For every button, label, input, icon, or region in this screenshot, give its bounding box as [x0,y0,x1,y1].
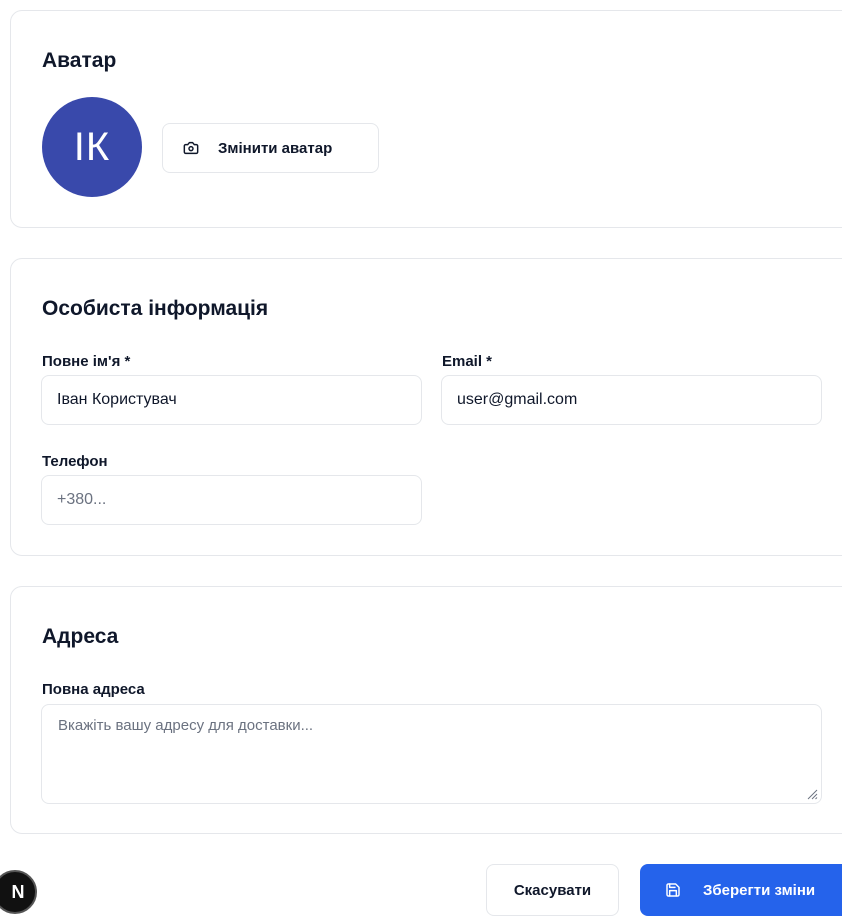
full-name-label: Повне ім'я * [42,353,131,370]
resize-handle-icon[interactable] [806,787,818,800]
personal-info-card: Особиста інформація Повне ім'я * Email *… [10,258,842,556]
save-changes-button[interactable]: Зберегти зміни [640,864,842,916]
n-badge-icon[interactable]: N [0,870,37,914]
email-input[interactable] [441,375,822,425]
change-avatar-label: Змінити аватар [218,139,333,157]
personal-section-title: Особиста інформація [42,297,269,320]
floppy-disk-icon [665,882,681,898]
cancel-button[interactable]: Скасувати [486,864,619,916]
full-name-input[interactable] [41,375,422,425]
avatar-card: Аватар ІК Змінити аватар [10,10,842,228]
full-address-textarea[interactable] [41,704,822,804]
camera-icon [183,140,199,156]
email-label: Email * [442,353,493,370]
address-card: Адреса Повна адреса [10,586,842,834]
address-section-title: Адреса [42,625,119,648]
phone-input[interactable] [41,475,422,525]
phone-label: Телефон [42,453,108,470]
change-avatar-button[interactable]: Змінити аватар [162,123,379,173]
cancel-label: Скасувати [513,881,592,899]
full-address-label: Повна адреса [42,681,145,698]
avatar-section-title: Аватар [42,49,117,72]
avatar: ІК [42,97,142,197]
save-label: Зберегти зміни [703,881,816,899]
